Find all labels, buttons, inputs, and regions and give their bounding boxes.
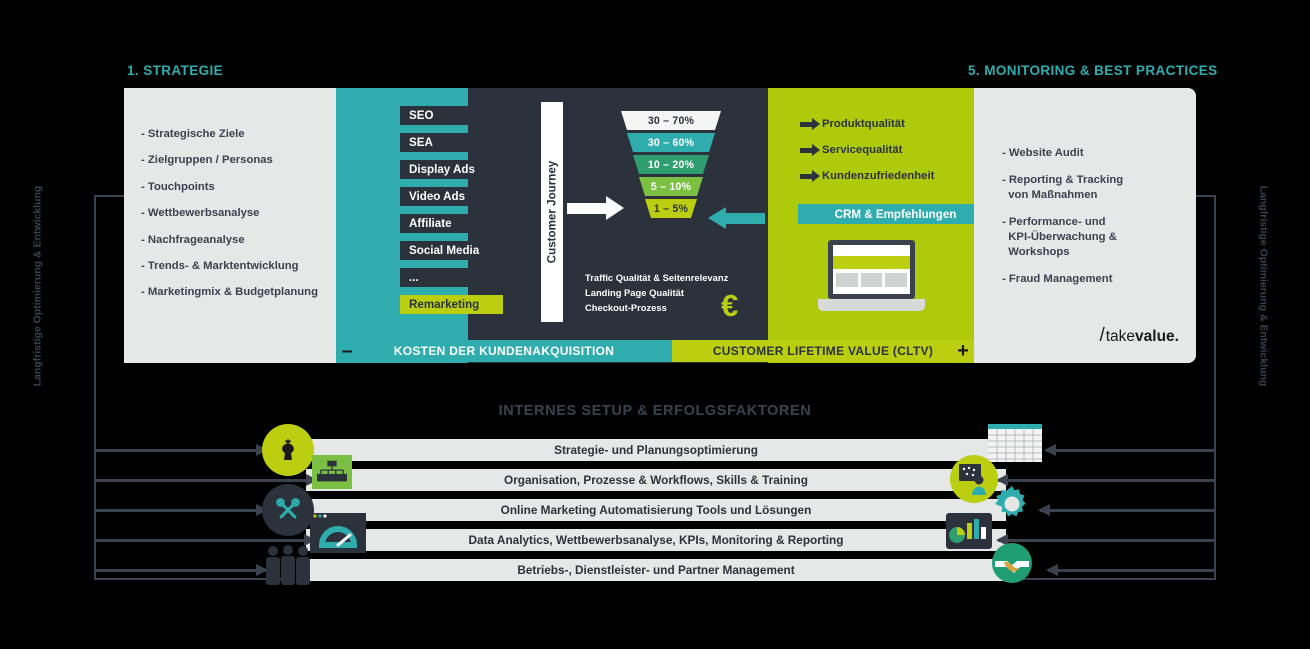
channel-item-video-ads[interactable]: Video Ads bbox=[400, 187, 503, 206]
customer-journey-label: Customer Journey bbox=[545, 160, 559, 264]
monitoring-panel: - Website Audit - Reporting & Tracking vo… bbox=[974, 88, 1196, 363]
channel-item-social-media[interactable]: Social Media bbox=[400, 241, 503, 260]
bottom-section-title: INTERNES SETUP & ERFOLGSFAKTOREN bbox=[498, 403, 812, 419]
connector-line-right bbox=[1046, 563, 1216, 576]
funnel-stage: 30 – 70% bbox=[621, 111, 721, 130]
plus-sign-icon: + bbox=[957, 339, 969, 362]
value-bar: CUSTOMER LIFETIME VALUE (CLTV) bbox=[672, 340, 974, 362]
channel-item-remarketing[interactable]: Remarketing bbox=[400, 295, 503, 314]
channel-arrow-icon bbox=[506, 272, 547, 283]
connector-line-left bbox=[94, 443, 268, 456]
tools-icon bbox=[262, 484, 314, 536]
funnel-stage: 1 – 5% bbox=[645, 199, 697, 218]
quality-item: Produktqualität bbox=[800, 118, 905, 130]
channel-item-display-ads[interactable]: Display Ads bbox=[400, 160, 503, 179]
crm-bar: CRM & Empfehlungen bbox=[798, 204, 993, 224]
laptop-icon bbox=[818, 240, 925, 311]
funnel-note: Checkout-Prozess bbox=[585, 302, 667, 313]
channel-arrow-icon bbox=[506, 191, 547, 202]
monitoring-list: - Website Audit - Reporting & Tracking vo… bbox=[974, 88, 1196, 287]
journey-to-funnel-arrow bbox=[567, 196, 624, 220]
monitoring-item: - Performance- und KPI-Überwachung & Wor… bbox=[1002, 216, 1117, 258]
strategy-list: - Strategische Ziele - Zielgruppen / Pers… bbox=[124, 88, 336, 298]
arrow-right-icon bbox=[800, 170, 820, 182]
strategy-panel: - Strategische Ziele - Zielgruppen / Pers… bbox=[124, 88, 336, 363]
channel-arrow-icon bbox=[506, 110, 547, 121]
funnel-notes: Traffic Qualität & Seitenrelevanz Landing… bbox=[585, 270, 728, 315]
strategy-item: - Touchpoints bbox=[141, 180, 215, 193]
section-heading-strategie: 1. STRATEGIE bbox=[127, 63, 224, 78]
funnel-stage: 30 – 60% bbox=[627, 133, 715, 152]
people-icon bbox=[262, 543, 314, 592]
strategy-item: - Trends- & Marktentwicklung bbox=[141, 259, 299, 272]
side-label-right: Langfristige Optimierung & Entwicklung bbox=[1257, 185, 1270, 387]
bottom-row: Organisation, Prozesse & Workflows, Skil… bbox=[306, 469, 1006, 491]
connector-line-left bbox=[94, 503, 268, 516]
bottom-row: Betriebs-, Dienstleister- und Partner Ma… bbox=[306, 559, 1006, 581]
arrow-right-icon bbox=[800, 118, 820, 130]
minus-sign-icon: – bbox=[341, 339, 353, 362]
logo-take: take bbox=[1105, 328, 1136, 345]
handshake-icon bbox=[992, 543, 1032, 588]
infographic-canvas: 1. STRATEGIE 5. MONITORING & BEST PRACTI… bbox=[0, 0, 1310, 649]
funnel-stage: 10 – 20% bbox=[633, 155, 709, 174]
quality-item: Kundenzufriedenheit bbox=[800, 170, 934, 182]
strategy-item: - Wettbewerbsanalyse bbox=[141, 207, 260, 220]
funnel-stage: 5 – 10% bbox=[639, 177, 703, 196]
connector-line-right bbox=[1044, 443, 1216, 456]
channel-item-seo[interactable]: SEO bbox=[400, 106, 503, 125]
connector-line-left bbox=[94, 563, 268, 576]
arrow-right-icon bbox=[800, 144, 820, 156]
spreadsheet-icon bbox=[988, 424, 1042, 467]
bottom-row: Online Marketing Automatisierung Tools u… bbox=[306, 499, 1006, 521]
euro-symbol: € bbox=[721, 288, 739, 323]
channel-arrow-icon bbox=[506, 218, 547, 229]
channel-arrow-icon bbox=[506, 245, 547, 256]
logo-slash: / bbox=[1099, 325, 1105, 346]
monitoring-item: - Fraud Management bbox=[1002, 273, 1113, 285]
strategy-item: - Zielgruppen / Personas bbox=[141, 154, 273, 167]
crm-arrow-icon bbox=[708, 207, 765, 229]
funnel-note: Traffic Qualität & Seitenrelevanz bbox=[585, 272, 729, 283]
monitoring-item: - Website Audit bbox=[1002, 147, 1084, 159]
takevalue-logo: / take value. bbox=[1099, 325, 1179, 347]
bottom-row: Strategie- und Planungsoptimierung bbox=[306, 439, 1006, 461]
quality-item-label: Servicequalität bbox=[822, 144, 903, 156]
connector-line-right bbox=[996, 473, 1216, 486]
strategy-item: - Nachfrageanalyse bbox=[141, 233, 245, 246]
logo-value: value. bbox=[1135, 328, 1179, 345]
channel-item-sea[interactable]: SEA bbox=[400, 133, 503, 152]
conversion-funnel: 30 – 70% 30 – 60% 10 – 20% 5 – 10% 1 – 5% bbox=[621, 111, 721, 221]
channels-panel: SEO SEA Display Ads Video Ads Affiliate Socia… bbox=[336, 88, 547, 363]
channel-arrow-icon bbox=[506, 137, 547, 148]
channel-item-[interactable]: ... bbox=[400, 268, 503, 287]
quality-item-label: Kundenzufriedenheit bbox=[822, 170, 935, 182]
strategy-item: - Strategische Ziele bbox=[141, 128, 245, 140]
connector-line-left bbox=[94, 473, 318, 486]
gear-icon bbox=[992, 484, 1032, 529]
channel-arrow-icon bbox=[506, 299, 547, 310]
chess-king-icon bbox=[262, 424, 314, 476]
org-chart-icon bbox=[312, 455, 352, 489]
connector-line-right bbox=[1038, 503, 1216, 516]
section-heading-monitoring: 5. MONITORING & BEST PRACTICES bbox=[968, 63, 1218, 78]
funnel-note: Landing Page Qualität bbox=[585, 287, 684, 298]
training-icon bbox=[950, 455, 998, 503]
cost-bar: KOSTEN DER KUNDENAKQUISITION bbox=[336, 340, 672, 362]
dashboard-icon bbox=[310, 513, 366, 558]
channel-item-affiliate[interactable]: Affiliate bbox=[400, 214, 503, 233]
main-board: - Strategische Ziele - Zielgruppen / Pers… bbox=[124, 88, 1196, 363]
channel-arrow-icon bbox=[506, 164, 547, 175]
analytics-icon bbox=[946, 513, 992, 554]
customer-journey-bar: Customer Journey bbox=[541, 102, 563, 322]
connector-line-left bbox=[94, 533, 316, 546]
quality-item: Servicequalität bbox=[800, 144, 902, 156]
quality-item-label: Produktqualität bbox=[822, 118, 905, 130]
side-label-left: Langfristige Optimierung & Entwicklung bbox=[31, 185, 44, 387]
bottom-row: Data Analytics, Wettbewerbsanalyse, KPIs… bbox=[306, 529, 1006, 551]
strategy-item: - Marketingmix & Budgetplanung bbox=[141, 286, 318, 299]
connector-line-right bbox=[996, 533, 1216, 546]
monitoring-item: - Reporting & Tracking von Maßnahmen bbox=[1002, 174, 1124, 201]
cltv-panel: CRM & Empfehlungen Produktqualität Servic… bbox=[708, 88, 993, 363]
